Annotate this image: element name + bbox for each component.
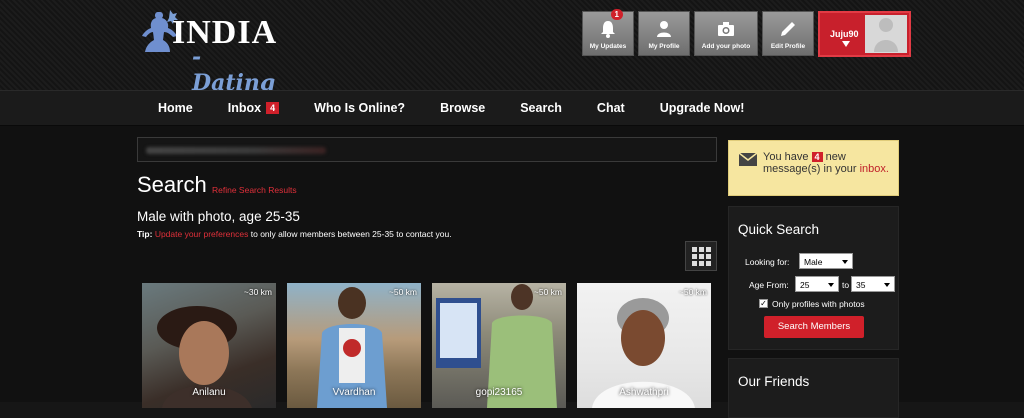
- age-from-select[interactable]: 25: [795, 276, 839, 292]
- username: Juju90: [830, 29, 859, 39]
- member-card[interactable]: ~50 km gopi23165: [432, 283, 566, 408]
- logo-dating-text: -Dating: [192, 44, 276, 96]
- nav-inbox-label: Inbox: [227, 101, 262, 115]
- my-updates-label: My Updates: [589, 43, 627, 50]
- edit-profile-button[interactable]: Edit Profile: [762, 11, 814, 56]
- looking-for-label: Looking for:: [745, 257, 790, 267]
- age-from-label: Age From:: [749, 280, 789, 290]
- member-name: Anilanu: [192, 387, 226, 398]
- member-distance: ~30 km: [243, 287, 272, 297]
- camera-icon: [718, 22, 734, 36]
- edit-profile-label: Edit Profile: [770, 43, 806, 50]
- nav-chat-label: Chat: [596, 101, 625, 115]
- envelope-icon: [739, 153, 757, 166]
- sidebar: You have 4 new message(s) in your inbox.…: [728, 140, 899, 418]
- inbox-link[interactable]: inbox.: [860, 163, 889, 175]
- blurred-breadcrumb-text: [146, 147, 326, 154]
- messages-text: You have 4 new message(s) in your inbox.: [763, 151, 893, 175]
- pencil-icon: [781, 22, 795, 36]
- tip-label: Tip:: [137, 229, 153, 239]
- avatar-silhouette-icon: [874, 18, 898, 52]
- add-photo-label: Add your photo: [701, 43, 751, 50]
- user-menu[interactable]: Juju90: [818, 11, 911, 57]
- nav-who-is-online-label: Who Is Online?: [314, 101, 406, 115]
- top-action-bar: 1 My Updates My Profile Add your photo E…: [582, 9, 814, 56]
- inbox-count-badge: 4: [266, 102, 280, 114]
- page-title: Search: [137, 172, 207, 197]
- age-to-label: to: [842, 280, 850, 290]
- nav-browse[interactable]: Browse: [440, 101, 485, 115]
- main-content: Search Refine Search Results Male with p…: [0, 126, 1024, 418]
- avatar: [865, 15, 907, 53]
- member-name: Vvardhan: [332, 387, 376, 398]
- nav-upgrade-label: Upgrade Now!: [659, 101, 745, 115]
- our-friends-panel: Our Friends: [728, 358, 899, 418]
- my-updates-button[interactable]: 1 My Updates: [582, 9, 634, 56]
- photos-only-checkbox[interactable]: ✓: [759, 299, 768, 308]
- messages-prefix: You have: [763, 151, 809, 163]
- looking-for-select[interactable]: Male: [799, 253, 853, 269]
- my-profile-label: My Profile: [648, 43, 680, 50]
- header: INDIA -Dating 1 My Updates My Profile Ad…: [0, 0, 1024, 96]
- member-distance: ~50 km: [678, 287, 707, 297]
- nav-home[interactable]: Home: [158, 101, 193, 115]
- site-logo[interactable]: INDIA -Dating: [140, 6, 280, 96]
- my-profile-button[interactable]: My Profile: [638, 11, 690, 56]
- chevron-down-icon: [842, 41, 850, 47]
- breadcrumb: [137, 137, 717, 162]
- member-results: ~30 km Anilanu ~50 km Vvardhan ~50 km go…: [142, 283, 711, 408]
- nav-browse-label: Browse: [440, 101, 486, 115]
- updates-badge: 1: [610, 9, 623, 20]
- member-card[interactable]: ~50 km Ashwathpri: [577, 283, 711, 408]
- refine-search-link[interactable]: Refine Search Results: [212, 185, 297, 195]
- member-card[interactable]: ~50 km Vvardhan: [287, 283, 421, 408]
- bell-icon: [601, 21, 615, 38]
- nav-upgrade[interactable]: Upgrade Now!: [660, 101, 745, 115]
- nav-home-label: Home: [158, 101, 193, 115]
- search-criteria: Male with photo, age 25-35: [137, 209, 300, 224]
- member-name: gopi23165: [475, 387, 523, 398]
- member-distance: ~50 km: [388, 287, 417, 297]
- messages-count-badge: 4: [811, 152, 823, 162]
- nav-inbox[interactable]: Inbox 4: [227, 101, 280, 115]
- age-to-select[interactable]: 35: [851, 276, 895, 292]
- member-card[interactable]: ~30 km Anilanu: [142, 283, 276, 408]
- add-photo-button[interactable]: Add your photo: [694, 11, 758, 56]
- nav-search-label: Search: [520, 101, 562, 115]
- photos-only-label: Only profiles with photos: [772, 299, 865, 309]
- quick-search-title: Quick Search: [738, 222, 820, 237]
- quick-search-panel: Quick Search Looking for: Male Age From:…: [728, 206, 899, 350]
- update-preferences-link[interactable]: Update your preferences: [155, 229, 249, 239]
- our-friends-title: Our Friends: [738, 374, 810, 389]
- nav-search[interactable]: Search: [520, 101, 562, 115]
- search-members-button[interactable]: Search Members: [764, 316, 864, 338]
- nav-who-is-online[interactable]: Who Is Online?: [314, 101, 405, 115]
- main-nav: Home Inbox 4 Who Is Online? Browse Search…: [0, 90, 1024, 126]
- nav-chat[interactable]: Chat: [597, 101, 625, 115]
- tip-text: Tip: Update your preferences to only all…: [137, 229, 452, 239]
- person-icon: [657, 21, 671, 37]
- new-messages-notice[interactable]: You have 4 new message(s) in your inbox.: [728, 140, 899, 196]
- tip-rest: to only allow members between 25-35 to c…: [250, 229, 452, 239]
- grid-view-icon[interactable]: [685, 241, 717, 271]
- member-name: Ashwathpri: [619, 387, 669, 398]
- member-distance: ~50 km: [533, 287, 562, 297]
